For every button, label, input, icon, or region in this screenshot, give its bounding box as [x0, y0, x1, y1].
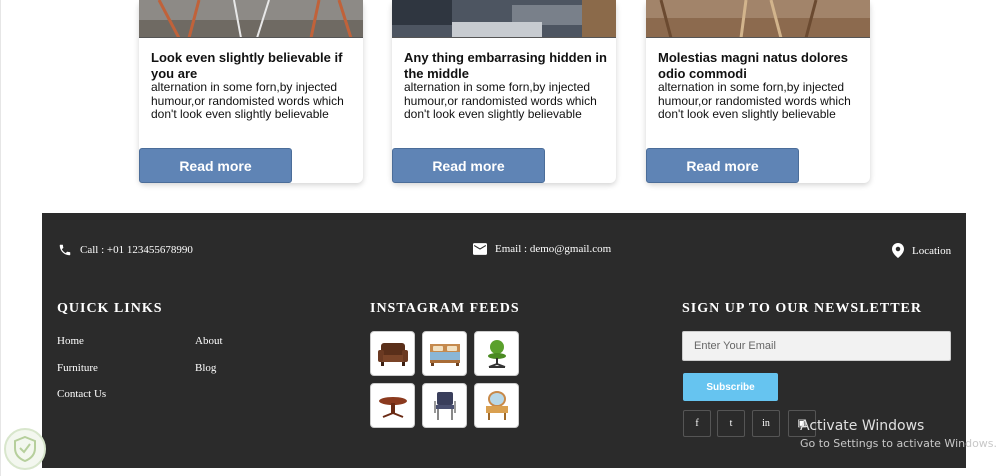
link-furniture[interactable]: Furniture [57, 362, 98, 374]
blog-card: Look even slightly believable if you are… [139, 0, 363, 183]
activate-windows-subtitle: Go to Settings to activate Windows. [800, 437, 998, 450]
shield-icon [14, 436, 36, 462]
card-title: Look even slightly believable if you are [151, 50, 343, 81]
card-description: alternation in some forn,by injected hum… [151, 80, 344, 121]
phone-icon [59, 244, 71, 256]
office-chair-icon [487, 339, 506, 368]
instagram-thumb-office-chair[interactable] [474, 331, 519, 376]
security-badge[interactable] [4, 428, 46, 470]
activate-windows-watermark: Activate Windows Go to Settings to activ… [800, 418, 997, 450]
round-table-icon [378, 396, 407, 418]
newsletter-email-input[interactable] [682, 331, 951, 361]
location-pin-icon [892, 243, 904, 258]
contact-location[interactable]: Location [892, 243, 951, 258]
email-text: Email : demo@gmail.com [495, 243, 612, 255]
read-more-button[interactable]: Read more [646, 148, 799, 183]
armchair-icon [377, 342, 408, 366]
card-description: alternation in some forn,by injected hum… [404, 80, 597, 121]
newsletter-heading: SIGN UP TO OUR NEWSLETTER [682, 301, 922, 316]
link-home[interactable]: Home [57, 335, 84, 347]
instagram-heading: INSTAGRAM FEEDS [370, 301, 520, 316]
blog-card: Molestias magni natus dolores odio commo… [646, 0, 870, 183]
activate-windows-title: Activate Windows [800, 418, 925, 434]
location-text: Location [912, 244, 952, 257]
card-title: Molestias magni natus dolores odio commo… [658, 50, 848, 81]
instagram-thumb-bed[interactable] [422, 331, 467, 376]
read-more-button[interactable]: Read more [139, 148, 292, 183]
link-about[interactable]: About [195, 335, 223, 347]
linkedin-button[interactable]: in [752, 410, 780, 437]
contact-phone[interactable]: Call : +01 123455678990 [58, 243, 193, 257]
dressing-table-icon [485, 390, 508, 420]
card-title: Any thing embarrasing hidden in the midd… [404, 50, 607, 81]
card-description: alternation in some forn,by injected hum… [658, 80, 851, 121]
mail-icon [473, 243, 487, 255]
instagram-thumb-armchair[interactable] [370, 331, 415, 376]
quick-links-heading: QUICK LINKS [57, 301, 163, 316]
bed-icon [429, 343, 460, 366]
chair-icon [433, 391, 456, 420]
instagram-thumb-dressing-table[interactable] [474, 383, 519, 428]
read-more-button[interactable]: Read more [392, 148, 545, 183]
card-image [646, 0, 870, 38]
card-image [139, 0, 363, 38]
phone-text: Call : +01 123455678990 [80, 244, 193, 256]
contact-email[interactable]: Email : demo@gmail.com [473, 243, 611, 255]
subscribe-button[interactable]: Subscribe [683, 373, 778, 401]
instagram-thumb-round-table[interactable] [370, 383, 415, 428]
blog-card: Any thing embarrasing hidden in the midd… [392, 0, 616, 183]
link-blog[interactable]: Blog [195, 362, 216, 374]
facebook-button[interactable]: f [683, 410, 711, 437]
page: Look even slightly believable if you are… [0, 0, 1000, 476]
card-image [392, 0, 616, 38]
link-contact-us[interactable]: Contact Us [57, 388, 106, 400]
twitter-button[interactable]: t [717, 410, 745, 437]
instagram-thumb-chair[interactable] [422, 383, 467, 428]
